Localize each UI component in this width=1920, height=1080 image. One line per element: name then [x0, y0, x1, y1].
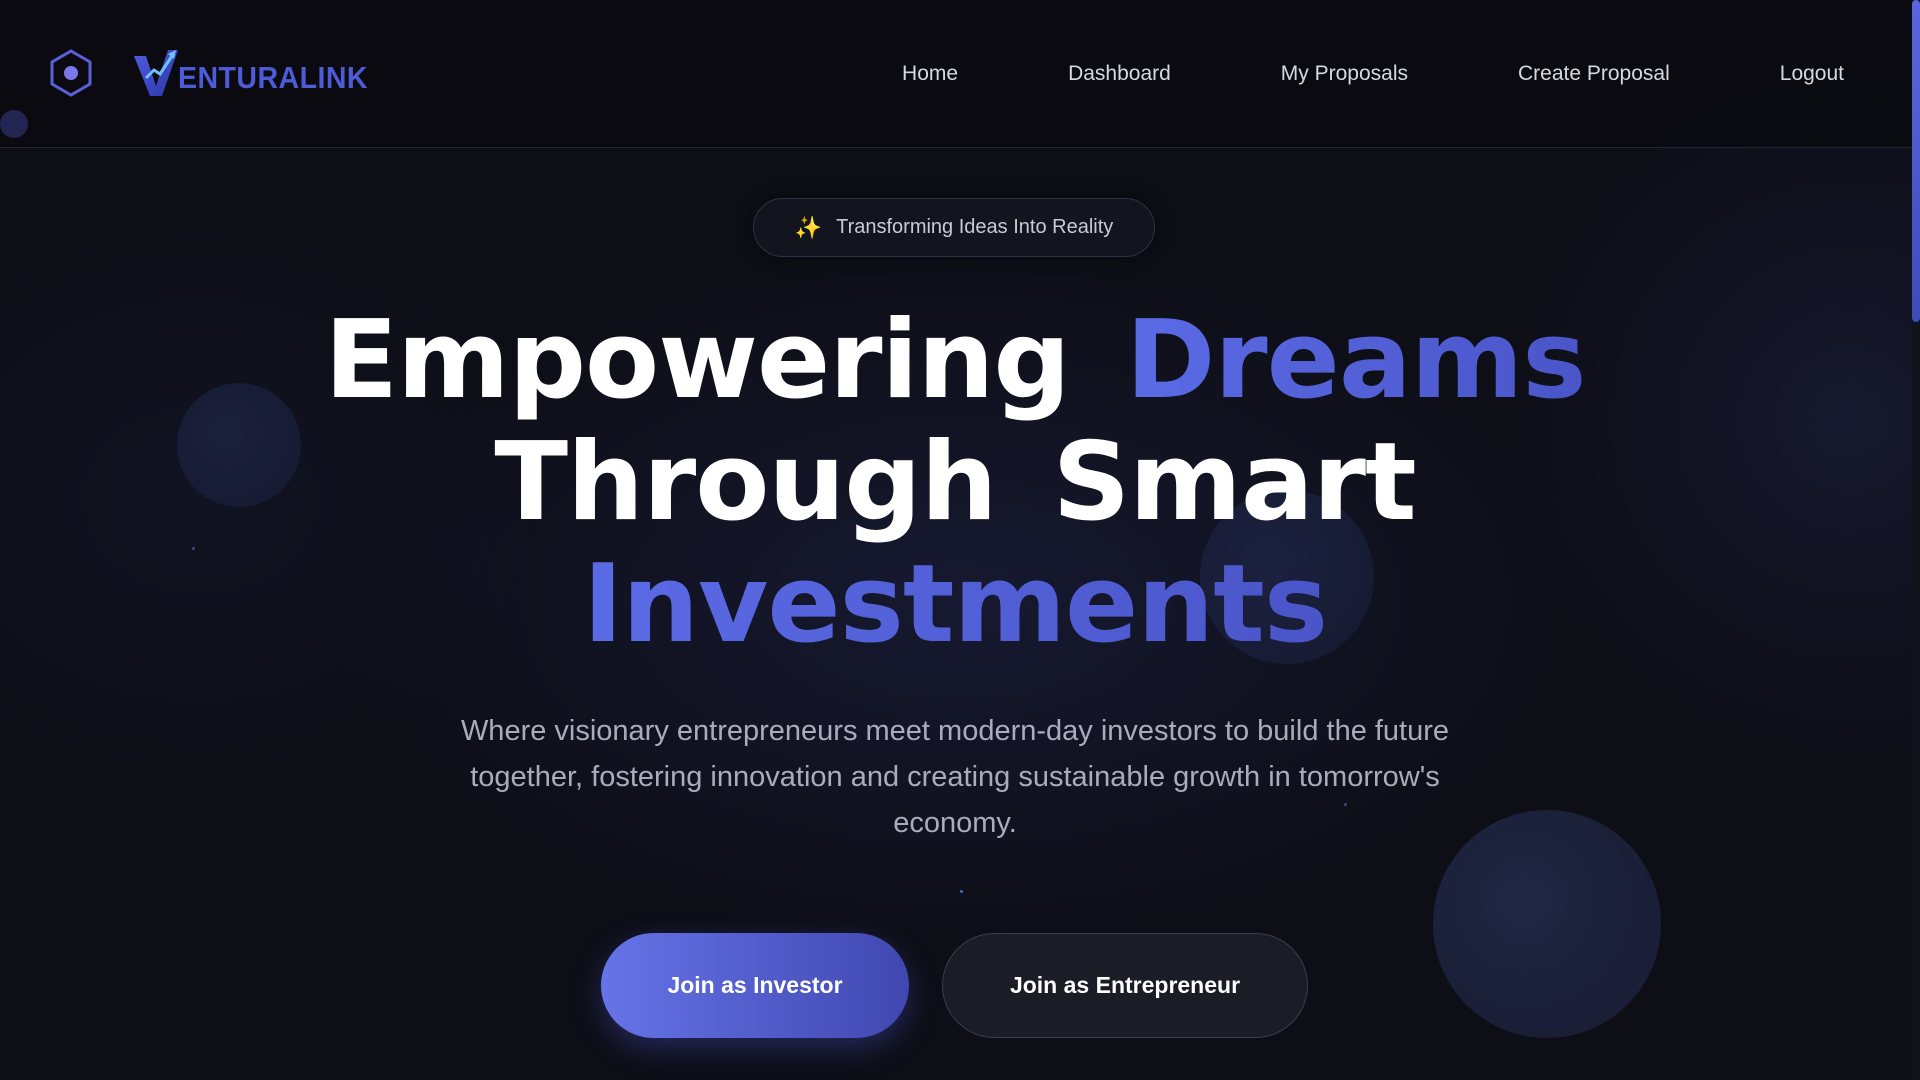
hero-subtitle: Where visionary entrepreneurs meet moder…	[460, 715, 1450, 839]
headline-line-1: Empowering Dreams	[0, 300, 1910, 422]
headline-highlight-word: Investments	[582, 542, 1328, 667]
join-as-entrepreneur-button[interactable]: Join as Entrepreneur	[942, 933, 1308, 1038]
brand[interactable]: ENTURALINK	[46, 48, 385, 98]
nav-create-proposal[interactable]: Create Proposal	[1518, 62, 1670, 86]
scrollbar-thumb[interactable]	[1912, 0, 1920, 322]
venturalink-logo: ENTURALINK	[132, 48, 385, 98]
headline-line-2: Through Smart	[0, 422, 1910, 544]
scrollbar-track[interactable]	[1912, 0, 1920, 1080]
headline-line-3: Investments	[0, 544, 1910, 666]
headline-word: Empowering	[324, 298, 1070, 423]
nav-links: Home Dashboard My Proposals Create Propo…	[902, 0, 1844, 148]
nav-dashboard[interactable]: Dashboard	[1068, 62, 1171, 86]
join-as-investor-button[interactable]: Join as Investor	[601, 933, 909, 1038]
headline-word: Smart	[1052, 420, 1417, 545]
headline-highlight-word: Dreams	[1125, 298, 1587, 423]
sparkles-icon: ✨	[794, 214, 823, 240]
nav-my-proposals[interactable]: My Proposals	[1281, 62, 1408, 86]
tagline-badge: ✨ Transforming Ideas Into Reality	[753, 198, 1155, 257]
hero-headline: Empowering Dreams Through Smart Investment…	[0, 300, 1910, 666]
nav-logout[interactable]: Logout	[1780, 62, 1844, 86]
logo-v-mark-icon	[134, 50, 178, 96]
decorative-dot	[960, 890, 963, 893]
nav-home[interactable]: Home	[902, 62, 958, 86]
logo-text: ENTURALINK	[178, 60, 368, 95]
headline-word: Through	[494, 420, 997, 545]
hexagon-logo-icon	[50, 49, 92, 97]
tagline-text: Transforming Ideas Into Reality	[836, 216, 1114, 238]
navbar: ENTURALINK Home Dashboard My Proposals C…	[0, 0, 1920, 148]
